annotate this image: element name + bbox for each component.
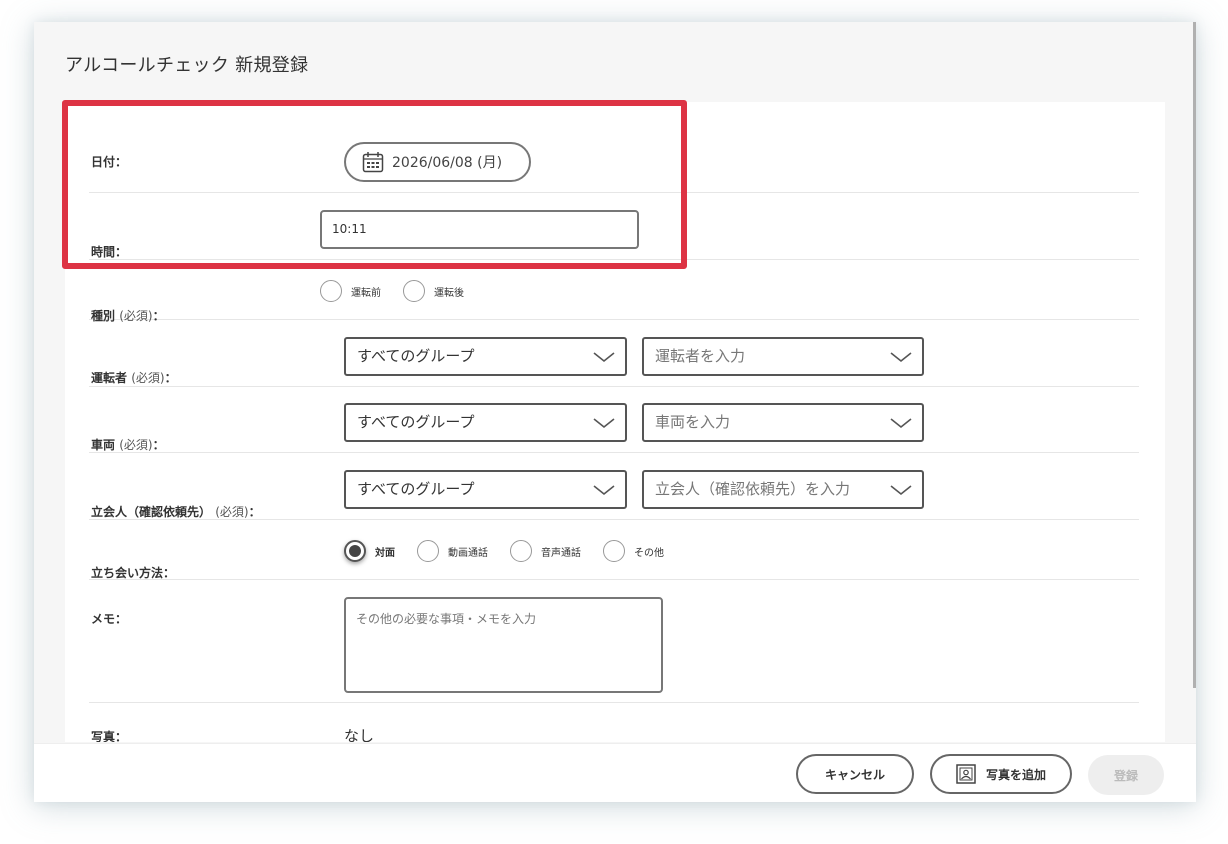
driver-label: 運転者 (必須)： <box>91 371 177 385</box>
radio-before-driving[interactable]: 運転前 <box>320 280 381 302</box>
photo-value: なし <box>344 727 375 742</box>
chevron-down-icon <box>890 418 912 429</box>
chevron-down-icon <box>890 352 912 363</box>
highlight-annotation-box <box>62 100 687 269</box>
chevron-down-icon <box>593 485 615 496</box>
add-photo-button[interactable]: 写真を追加 <box>930 754 1072 794</box>
memo-textarea[interactable]: その他の必要な事項・メモを入力 <box>344 597 663 693</box>
register-button[interactable]: 登録 <box>1088 755 1164 795</box>
chevron-down-icon <box>593 418 615 429</box>
radio-voice-call[interactable]: 音声通話 <box>510 540 581 562</box>
memo-label: メモ： <box>91 612 128 626</box>
radio-label: 運転前 <box>351 287 381 299</box>
chevron-down-icon <box>890 485 912 496</box>
radio-circle[interactable] <box>603 540 625 562</box>
radio-label: 音声通話 <box>541 547 581 559</box>
witness-label: 立会人（確認依頼先） (必須)： <box>91 505 261 519</box>
vehicle-group-select[interactable]: すべてのグループ <box>344 403 627 442</box>
modal-footer: キャンセル 写真を追加 登録 <box>34 743 1196 802</box>
vehicle-select[interactable]: 車両を入力 <box>642 403 924 442</box>
radio-label: その他 <box>634 547 664 559</box>
witness-group-select[interactable]: すべてのグループ <box>344 470 627 509</box>
vehicle-label: 車両 (必須)： <box>91 438 165 452</box>
radio-video-call[interactable]: 動画通話 <box>417 540 488 562</box>
modal-title: アルコールチェック 新規登録 <box>65 55 309 76</box>
radio-label: 対面 <box>375 547 395 559</box>
radio-circle[interactable] <box>510 540 532 562</box>
radio-after-driving[interactable]: 運転後 <box>403 280 464 302</box>
radio-in-person[interactable]: 対面 <box>344 540 395 562</box>
photo-label: 写真： <box>91 730 128 742</box>
radio-label: 動画通話 <box>448 547 488 559</box>
radio-circle[interactable] <box>320 280 342 302</box>
witness-select[interactable]: 立会人（確認依頼先）を入力 <box>642 470 924 509</box>
photo-icon <box>956 764 976 784</box>
method-label: 立ち会い方法： <box>91 566 176 580</box>
type-row <box>89 260 1139 320</box>
method-radio-group: 対面 動画通話 音声通話 その他 <box>344 540 686 562</box>
type-radio-group: 運転前 運転後 <box>320 280 486 302</box>
add-photo-label: 写真を追加 <box>985 767 1046 782</box>
radio-other[interactable]: その他 <box>603 540 664 562</box>
scrollbar[interactable] <box>1193 22 1196 688</box>
radio-circle[interactable] <box>403 280 425 302</box>
radio-circle[interactable] <box>417 540 439 562</box>
radio-circle-checked[interactable] <box>344 540 366 562</box>
cancel-button[interactable]: キャンセル <box>796 754 914 794</box>
radio-label: 運転後 <box>434 287 464 299</box>
driver-select[interactable]: 運転者を入力 <box>642 337 924 376</box>
chevron-down-icon <box>593 352 615 363</box>
driver-group-select[interactable]: すべてのグループ <box>344 337 627 376</box>
